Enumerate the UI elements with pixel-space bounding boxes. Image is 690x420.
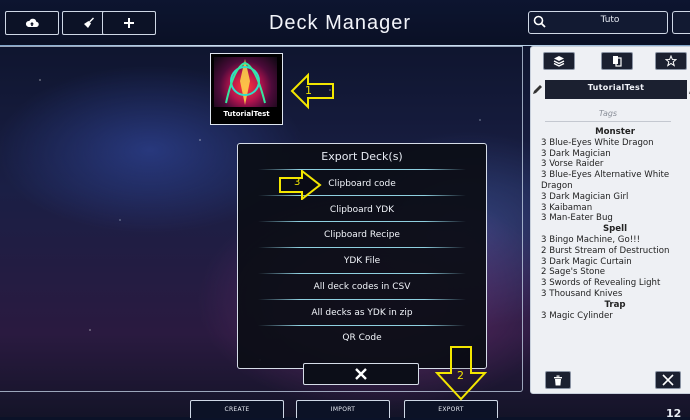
swords-icon: [662, 374, 674, 386]
document-icon: [613, 56, 622, 67]
add-deck-button[interactable]: [102, 11, 156, 35]
cloud-upload-button[interactable]: [5, 11, 59, 35]
export-dialog-title: Export Deck(s): [321, 150, 403, 163]
list-item: 3 Man-Eater Bug: [541, 213, 613, 224]
separator: [258, 247, 466, 248]
menu-button[interactable]: [672, 11, 690, 34]
delete-deck-button[interactable]: [545, 371, 571, 389]
deck-card[interactable]: TutorialTest: [210, 53, 283, 125]
deck-detail-panel: TutorialTest Tags Monster 3 Blue-Eyes Wh…: [530, 46, 690, 394]
export-all-codes-csv-option[interactable]: All deck codes in CSV: [246, 277, 478, 297]
list-item: 3 Dark Magic Curtain: [541, 256, 632, 267]
star-icon: [665, 55, 677, 67]
annotation-label-2: 2: [457, 369, 464, 382]
header-bar: Deck Manager Tuto: [0, 0, 690, 46]
list-item: 3 Dark Magician: [541, 148, 611, 159]
page-number: 12: [666, 407, 682, 420]
separator: [258, 325, 466, 326]
search-icon: [533, 15, 546, 28]
tab-cards[interactable]: [543, 52, 575, 70]
section-header-spell: Spell: [602, 224, 628, 235]
list-item: 2 Burst Stream of Destruction: [541, 245, 670, 256]
list-item: 3 Bingo Machine, Go!!!: [541, 234, 641, 245]
separator: [258, 299, 466, 300]
list-item: 3 Blue-Eyes White Dragon: [541, 137, 654, 148]
card-stack-icon: [553, 56, 565, 67]
section-header-trap: Trap: [604, 299, 626, 310]
create-button[interactable]: CREATE: [190, 400, 284, 418]
deck-card-art: [214, 57, 277, 107]
annotation-label-3: 3: [294, 177, 301, 188]
export-all-ydk-zip-option[interactable]: All decks as YDK in zip: [246, 303, 478, 323]
tab-deck-info[interactable]: [601, 52, 633, 70]
separator: [258, 273, 466, 274]
cloud-upload-icon: [25, 18, 39, 28]
list-item: 3 Thousand Knives: [541, 288, 623, 299]
trash-icon: [554, 375, 562, 385]
list-item: 3 Magic Cylinder: [541, 310, 613, 321]
pencil-icon[interactable]: [531, 82, 543, 96]
export-dialog: Export Deck(s) Clipboard code Clipboard …: [237, 143, 487, 369]
list-item: 2 Sage's Stone: [541, 267, 606, 278]
close-icon: [355, 368, 367, 380]
import-button[interactable]: IMPORT: [296, 400, 390, 418]
export-button[interactable]: EXPORT: [404, 400, 498, 418]
list-item: 3 Swords of Revealing Light: [541, 278, 661, 289]
duel-button[interactable]: [655, 371, 681, 389]
deck-name-bar: TutorialTest: [533, 80, 690, 99]
section-header-monster: Monster: [595, 127, 635, 137]
list-item: 3 Vorse Raider: [541, 159, 604, 170]
deck-name[interactable]: TutorialTest: [545, 83, 687, 92]
list-item: 3 Dark Magician Girl: [541, 191, 629, 202]
export-ydk-file-option[interactable]: YDK File: [246, 251, 478, 271]
annotation-arrow-1: [290, 72, 334, 110]
list-item: 3 Blue-Eyes Alternative White Dragon: [541, 170, 670, 191]
page-title: Deck Manager: [268, 12, 412, 34]
export-clipboard-ydk-option[interactable]: Clipboard YDK: [246, 200, 478, 220]
search-input[interactable]: Tuto: [528, 11, 668, 34]
close-dialog-button[interactable]: [303, 363, 419, 385]
export-clipboard-recipe-option[interactable]: Clipboard Recipe: [246, 225, 478, 245]
broom-icon: [84, 17, 94, 28]
list-item: 3 Kaibaman: [541, 202, 593, 213]
separator: [258, 221, 466, 222]
deck-card-name: TutorialTest: [223, 110, 270, 118]
tags-field[interactable]: Tags: [545, 109, 671, 118]
tab-favorite[interactable]: [655, 52, 687, 70]
tags-underline: [545, 121, 671, 122]
plus-icon: [124, 18, 134, 28]
search-value: Tuto: [600, 15, 620, 25]
annotation-label-1: 1: [305, 84, 312, 97]
deck-card-list: Monster 3 Blue-Eyes White Dragon 3 Dark …: [541, 127, 689, 321]
